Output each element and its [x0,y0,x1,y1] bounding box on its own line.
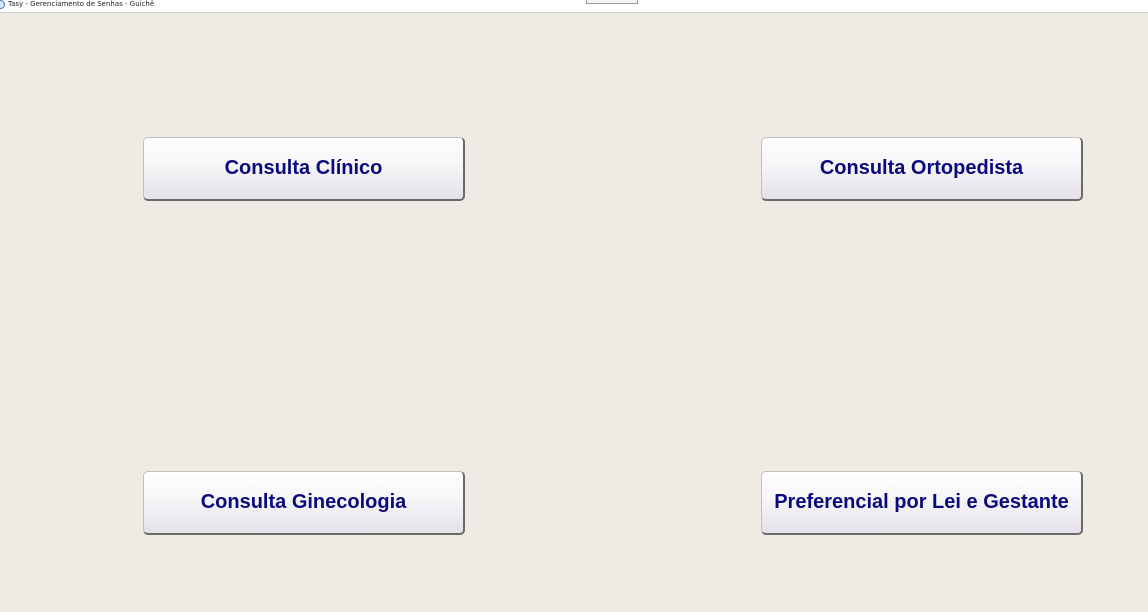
consulta-clinico-label: Consulta Clínico [224,157,383,179]
window-title: Tasy - Gerenciamento de Senhas - Guichê [8,0,155,8]
title-bar: Tasy - Gerenciamento de Senhas - Guichê [0,0,1148,13]
consulta-ginecologia-label: Consulta Ginecologia [200,491,407,513]
consulta-ginecologia-button[interactable]: Consulta Ginecologia [143,471,465,535]
main-panel: Consulta Clínico Consulta Ortopedista Co… [0,13,1148,612]
preferencial-lei-gestante-label: Preferencial por Lei e Gestante [774,491,1069,513]
app-icon [0,0,5,9]
preferencial-lei-gestante-button[interactable]: Preferencial por Lei e Gestante [761,471,1083,535]
consulta-ortopedista-label: Consulta Ortopedista [819,157,1024,179]
title-bar-control[interactable] [586,0,638,4]
consulta-clinico-button[interactable]: Consulta Clínico [143,137,465,201]
consulta-ortopedista-button[interactable]: Consulta Ortopedista [761,137,1083,201]
